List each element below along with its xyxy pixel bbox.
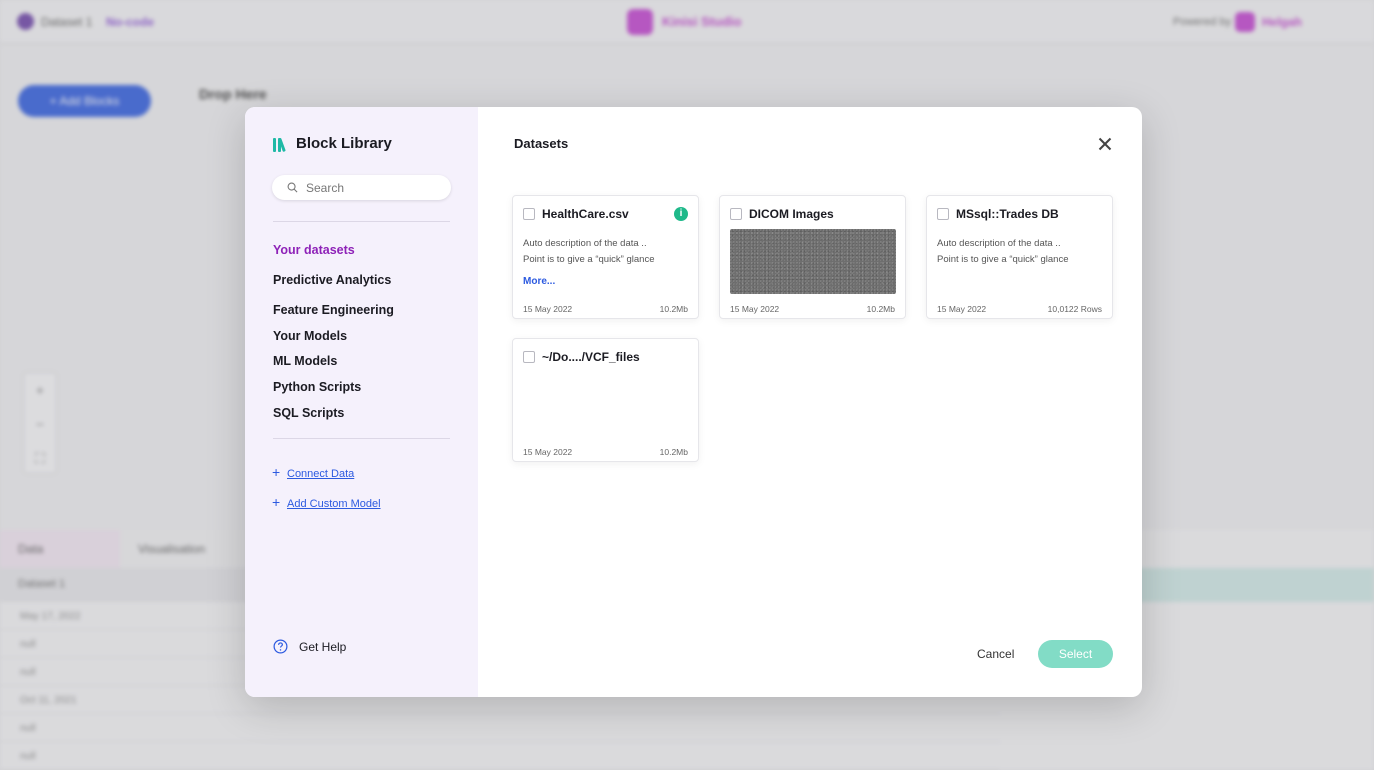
question-circle-icon	[273, 639, 288, 654]
dataset-checkbox[interactable]	[523, 208, 535, 220]
dataset-name: ~/Do..../VCF_files	[542, 350, 640, 364]
dataset-size: 10.2Mb	[659, 304, 688, 314]
dataset-card-mssql[interactable]: MSsql::Trades DB Auto description of the…	[926, 195, 1113, 319]
nav-item-your-datasets[interactable]: Your datasets	[273, 243, 355, 257]
dataset-name: MSsql::Trades DB	[956, 207, 1059, 221]
dataset-size: 10.2Mb	[866, 304, 895, 314]
search-icon	[287, 182, 298, 193]
nav-item-your-models[interactable]: Your Models	[273, 329, 347, 343]
cancel-button[interactable]: Cancel	[977, 647, 1014, 661]
sidebar-title: Block Library	[296, 135, 392, 152]
search-input[interactable]: Search	[272, 175, 451, 200]
select-button[interactable]: Select	[1038, 640, 1113, 668]
nav-item-sql-scripts[interactable]: SQL Scripts	[273, 406, 344, 420]
plus-icon: +	[272, 464, 281, 480]
dataset-card-healthcare[interactable]: HealthCare.csv i Auto description of the…	[512, 195, 699, 319]
dataset-size: 10,0122 Rows	[1047, 304, 1102, 314]
dicom-thumbnail	[730, 229, 896, 294]
block-library-sidebar: Block Library Search Your datasets Predi…	[245, 107, 478, 697]
dataset-card-dicom[interactable]: DICOM Images 15 May 2022 10.2Mb	[719, 195, 906, 319]
plus-icon: +	[272, 494, 281, 510]
close-icon[interactable]	[1098, 137, 1112, 151]
divider	[273, 221, 450, 222]
dataset-checkbox[interactable]	[937, 208, 949, 220]
info-icon[interactable]: i	[674, 207, 688, 221]
panel-title: Datasets	[514, 136, 569, 151]
dataset-name: DICOM Images	[749, 207, 834, 221]
dataset-card-vcf[interactable]: ~/Do..../VCF_files 15 May 2022 10.2Mb	[512, 338, 699, 462]
library-icon	[273, 137, 288, 152]
dataset-checkbox[interactable]	[730, 208, 742, 220]
dataset-date: 15 May 2022	[523, 447, 573, 457]
nav-item-python-scripts[interactable]: Python Scripts	[273, 380, 361, 394]
nav-item-ml-models[interactable]: ML Models	[273, 354, 337, 368]
dataset-date: 15 May 2022	[937, 304, 987, 314]
dataset-name: HealthCare.csv	[542, 207, 629, 221]
search-placeholder: Search	[306, 181, 345, 195]
dataset-checkbox[interactable]	[523, 351, 535, 363]
connect-data-link[interactable]: + Connect Data	[272, 464, 354, 480]
divider	[273, 438, 450, 439]
get-help-label: Get Help	[299, 640, 347, 654]
dataset-description: Auto description of the data .. Point is…	[523, 238, 655, 265]
dataset-size: 10.2Mb	[659, 447, 688, 457]
dataset-date: 15 May 2022	[523, 304, 573, 314]
dataset-description: Auto description of the data .. Point is…	[937, 238, 1069, 265]
block-library-modal: Block Library Search Your datasets Predi…	[245, 107, 1142, 697]
add-custom-model-link[interactable]: + Add Custom Model	[272, 494, 381, 510]
dataset-date: 15 May 2022	[730, 304, 780, 314]
nav-item-feature-engineering[interactable]: Feature Engineering	[273, 303, 394, 317]
more-link[interactable]: More...	[523, 276, 555, 287]
nav-item-predictive-analytics[interactable]: Predictive Analytics	[273, 273, 391, 287]
